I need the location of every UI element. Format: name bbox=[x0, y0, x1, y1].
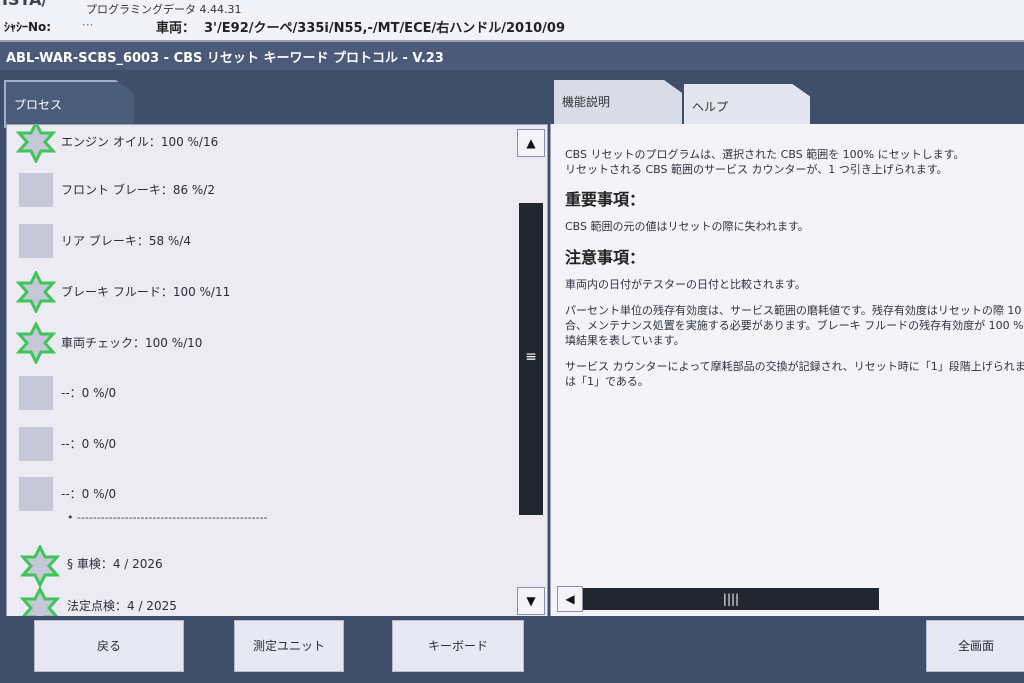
separator-line: • --------------------------------------… bbox=[67, 511, 268, 524]
vertical-scrollbar[interactable]: ▲ ≡ ▼ bbox=[517, 129, 545, 615]
list-item[interactable]: --：0 %/0 bbox=[15, 477, 495, 513]
tab-function-label: 機能説明 bbox=[562, 95, 611, 109]
pending-box-icon bbox=[19, 427, 53, 461]
completed-star-icon bbox=[15, 322, 57, 364]
window-title: ABL-WAR-SCBS_6003 - CBS リセット キーワード プロトコル… bbox=[6, 51, 444, 66]
list-item[interactable]: フロント ブレーキ：86 %/2 bbox=[15, 173, 495, 209]
list-item[interactable]: ブレーキ フルード：100 %/11 bbox=[15, 271, 495, 313]
programming-data-version: プログラミングデータ 4.44.31 bbox=[86, 3, 242, 16]
notice-text-2a: パーセント単位の残存有効度は、サービス範囲の磨耗値です。残存有効度はリセットの際… bbox=[565, 304, 1022, 317]
notice-text-3a: サービス カウンターによって摩耗部品の交換が記録され、リセット時に「1」段階上げ… bbox=[565, 360, 1024, 373]
inspection-date-label: § 車検：4 / 2026 bbox=[67, 557, 163, 571]
list-item[interactable]: エンジン オイル：100 %/16 bbox=[15, 125, 495, 163]
back-button[interactable]: 戻る bbox=[34, 620, 184, 672]
list-item[interactable]: --：0 %/0 bbox=[15, 427, 495, 463]
scroll-up-button[interactable]: ▲ bbox=[517, 129, 545, 157]
pending-box-icon bbox=[19, 173, 53, 207]
completed-star-icon bbox=[19, 587, 61, 617]
list-item-label: --：0 %/0 bbox=[61, 386, 117, 400]
horizontal-scrollbar[interactable]: ◀ |||| bbox=[557, 586, 1021, 612]
vehicle-label: 車両： bbox=[156, 21, 196, 36]
list-item-label: --：0 %/0 bbox=[61, 437, 117, 451]
chassis-number: ··· bbox=[82, 18, 94, 32]
horizontal-scroll-thumb[interactable]: |||| bbox=[583, 588, 879, 610]
list-item-label: 車両チェック：100 %/10 bbox=[61, 336, 203, 350]
list-item-label: ブレーキ フルード：100 %/11 bbox=[61, 285, 231, 299]
scroll-grip-icon: ≡ bbox=[525, 349, 537, 365]
notice-text-3b: は「1」である。 bbox=[565, 375, 649, 388]
important-text: CBS 範囲の元の値はリセットの際に失われます。 bbox=[565, 220, 809, 233]
list-item[interactable]: 車両チェック：100 %/10 bbox=[15, 322, 495, 364]
tab-process-label: プロセス bbox=[14, 98, 63, 112]
help-intro-line-2: リセットされる CBS 範囲のサービス カウンターが、1 つ引き上げられます。 bbox=[565, 163, 948, 176]
list-item-label: フロント ブレーキ：86 %/2 bbox=[61, 183, 215, 197]
scroll-thumb[interactable]: ≡ bbox=[519, 203, 543, 515]
window-title-bar: ABL-WAR-SCBS_6003 - CBS リセット キーワード プロトコル… bbox=[0, 42, 1024, 70]
fullscreen-button[interactable]: 全画面 bbox=[926, 620, 1024, 672]
completed-star-icon bbox=[15, 271, 57, 313]
tab-help[interactable]: ヘルプ bbox=[684, 84, 810, 128]
chassis-label: ｼｬｼｰNo: bbox=[4, 20, 52, 34]
inspection-date-item[interactable]: § 車検：4 / 2026 bbox=[15, 545, 495, 587]
pending-box-icon bbox=[19, 376, 53, 410]
list-item[interactable]: リア ブレーキ：58 %/4 bbox=[15, 224, 495, 260]
completed-star-icon bbox=[15, 125, 57, 163]
list-item-label: --：0 %/0 bbox=[61, 487, 117, 501]
list-item-label: エンジン オイル：100 %/16 bbox=[61, 135, 219, 149]
list-item-label: リア ブレーキ：58 %/4 bbox=[61, 234, 191, 248]
tab-help-label: ヘルプ bbox=[692, 100, 729, 114]
process-panel: エンジン オイル：100 %/16 フロント ブレーキ：86 %/2 リア ブレ… bbox=[6, 124, 548, 618]
notice-heading: 注意事項： bbox=[565, 248, 646, 267]
vehicle-description: 3'/E92/クーペ/335i/N55,-/MT/ECE/右ハンドル/2010/… bbox=[204, 21, 566, 36]
tab-function-description[interactable]: 機能説明 bbox=[554, 80, 682, 126]
notice-text-2b: 合、メンテナンス処置を実施する必要があります。ブレーキ フルードの残存有効度が … bbox=[565, 319, 1024, 332]
measurement-unit-button[interactable]: 測定ユニット bbox=[234, 620, 344, 672]
scroll-down-button[interactable]: ▼ bbox=[517, 587, 545, 615]
pending-box-icon bbox=[19, 224, 53, 258]
app-logo: ISTA/ bbox=[2, 0, 47, 9]
tab-process[interactable]: プロセス bbox=[4, 80, 134, 128]
scroll-left-button[interactable]: ◀ bbox=[557, 586, 583, 612]
inspection-date-label: 法定点検：4 / 2025 bbox=[67, 599, 177, 613]
tab-row: プロセス 機能説明 ヘルプ bbox=[0, 70, 1024, 128]
help-panel: CBS リセットのプログラムは、選択された CBS 範囲を 100% にセットし… bbox=[550, 124, 1024, 616]
important-heading: 重要事項： bbox=[565, 190, 646, 209]
keyboard-button[interactable]: キーボード bbox=[392, 620, 524, 672]
pending-box-icon bbox=[19, 477, 53, 511]
completed-star-icon bbox=[19, 545, 61, 587]
process-list: エンジン オイル：100 %/16 フロント ブレーキ：86 %/2 リア ブレ… bbox=[7, 125, 515, 617]
list-item[interactable]: --：0 %/0 bbox=[15, 376, 495, 412]
notice-text-1: 車両内の日付がテスターの日付と比較されます。 bbox=[565, 278, 806, 291]
bottom-toolbar: 戻る 測定ユニット キーボード 全画面 bbox=[0, 616, 1024, 683]
top-info-bar: ISTA/ プログラミングデータ 4.44.31 ｼｬｼｰNo: ··· 車両：… bbox=[0, 0, 1024, 42]
inspection-date-item[interactable]: 法定点検：4 / 2025 bbox=[15, 587, 495, 617]
notice-text-2c: 填結果を表しています。 bbox=[565, 334, 685, 347]
help-intro-line-1: CBS リセットのプログラムは、選択された CBS 範囲を 100% にセットし… bbox=[565, 148, 965, 161]
